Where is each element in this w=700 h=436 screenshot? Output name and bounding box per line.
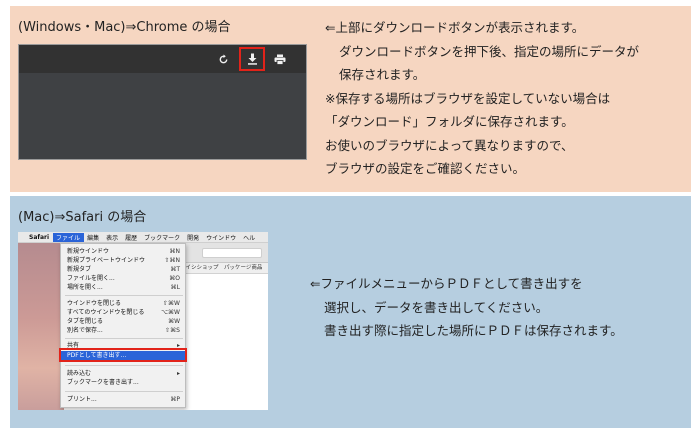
menu-item-close-all-windows[interactable]: すべてのウインドウを閉じる ⌥⌘W [61, 308, 185, 317]
menu-item-shortcut: ⌘W [168, 318, 180, 325]
menu-item-label: 新規プライベートウインドウ [67, 257, 146, 264]
menu-item-new-window[interactable]: 新規ウインドウ ⌘N [61, 247, 185, 256]
menu-item-label: ブックマークを書き出す... [67, 379, 139, 386]
print-icon[interactable] [269, 49, 291, 69]
menu-item-shortcut: ⌘N [169, 248, 181, 255]
safari-screenshot: Safari ファイル 編集 表示 履歴 ブックマーク 開発 ウインドウ ヘル … [18, 232, 268, 410]
menu-item-label: タブを閉じる [67, 318, 104, 325]
chrome-pdf-toolbar [19, 45, 306, 73]
chrome-description-line: ブラウザの設定をご確認ください。 [325, 161, 526, 176]
safari-description-line: ⇐ファイルメニューからＰＤＦとして書き出すを [310, 276, 583, 291]
menu-item-label: 新規タブ [67, 266, 92, 273]
rotate-icon[interactable] [212, 49, 234, 69]
chrome-pdf-viewer-area [19, 73, 306, 159]
menu-item-close-tab[interactable]: タブを閉じる ⌘W [61, 317, 185, 326]
menu-separator [65, 391, 183, 392]
menu-item-shortcut: ⇧⌘S [165, 327, 180, 334]
file-menu-dropdown: 新規ウインドウ ⌘N 新規プライベートウインドウ ⇧⌘N 新規タブ ⌘T ファイルを開… [60, 243, 186, 408]
menu-item-shortcut: ⌘P [170, 396, 180, 403]
pdf-export-highlight-box [59, 348, 187, 362]
menu-separator [65, 295, 183, 296]
menu-item-shortcut: ⌥⌘W [161, 309, 180, 316]
menu-item-print[interactable]: プリント... ⌘P [61, 395, 185, 404]
submenu-arrow-icon: ▸ [176, 370, 180, 377]
download-button[interactable] [239, 47, 265, 71]
menu-item-close-window[interactable]: ウインドウを閉じる ⇧⌘W [61, 299, 185, 308]
download-icon [247, 53, 258, 65]
chrome-description-line: お使いのブラウザによって異なりますので、 [325, 137, 574, 153]
menubar-item-edit[interactable]: 編集 [84, 233, 103, 242]
menu-separator [65, 365, 183, 366]
menu-item-label: すべてのウインドウを閉じる [67, 309, 145, 316]
menubar-app-name[interactable]: Safari [26, 234, 53, 241]
menubar-item-develop[interactable]: 開発 [184, 233, 203, 242]
chrome-description: ⇐上部にダウンロードボタンが表示されます。 ダウンロードボタンを押下後、指定の場… [325, 16, 685, 181]
menu-item-label: ウインドウを閉じる [67, 300, 122, 307]
menu-item-new-private-window[interactable]: 新規プライベートウインドウ ⇧⌘N [61, 256, 185, 265]
address-bar[interactable] [202, 248, 262, 258]
menu-separator [65, 338, 183, 339]
menu-item-label: 場所を開く... [67, 284, 103, 291]
chrome-description-line: ⇐上部にダウンロードボタンが表示されます。 [325, 20, 585, 35]
menu-item-label: ファイルを開く... [67, 275, 115, 282]
menu-item-new-tab[interactable]: 新規タブ ⌘T [61, 265, 185, 274]
menu-item-label: 読み込む [67, 370, 92, 377]
safari-description: ⇐ファイルメニューからＰＤＦとして書き出すを 選択し、データを書き出してください… [310, 272, 690, 343]
chrome-viewer-screenshot [18, 44, 307, 160]
menu-item-shortcut: ⌘O [169, 275, 180, 282]
safari-instructions-panel: (Mac)⇒Safari の場合 Safari ファイル 編集 表示 履歴 ブッ… [10, 196, 691, 428]
mac-menubar: Safari ファイル 編集 表示 履歴 ブックマーク 開発 ウインドウ ヘル [18, 232, 268, 243]
menubar-item-bookmarks[interactable]: ブックマーク [141, 233, 184, 242]
menu-item-label: 新規ウインドウ [67, 248, 110, 255]
menu-item-label: プリント... [67, 396, 97, 403]
menu-item-shortcut: ⌘L [170, 284, 180, 291]
menu-item-shortcut: ⌘T [170, 266, 180, 273]
chrome-description-line: ※保存する場所はブラウザを設定していない場合は [325, 90, 611, 106]
menu-item-import[interactable]: 読み込む ▸ [61, 369, 185, 378]
chrome-section-title: (Windows・Mac)⇒Chrome の場合 [18, 20, 231, 35]
menubar-item-window[interactable]: ウインドウ [203, 233, 240, 242]
menu-item-export-bookmarks[interactable]: ブックマークを書き出す... [61, 378, 185, 387]
menubar-item-view[interactable]: 表示 [103, 233, 122, 242]
menu-item-shortcut: ⇧⌘W [163, 300, 180, 307]
chrome-instructions-panel: (Windows・Mac)⇒Chrome の場合 ⇐上部にダウンロードボタンが表… [10, 6, 691, 192]
menubar-item-history[interactable]: 履歴 [122, 233, 141, 242]
safari-description-line: 書き出す際に指定した場所にＰＤＦは保存されます。 [324, 323, 623, 338]
menu-item-shortcut: ⇧⌘N [164, 257, 180, 264]
desktop-background [18, 243, 64, 410]
menu-item-label: 別名で保存... [67, 327, 103, 334]
chrome-description-line: 「ダウンロード」フォルダに保存されます。 [325, 114, 574, 129]
safari-description-line: 選択し、データを書き出してください。 [324, 299, 549, 315]
chrome-description-line: ダウンロードボタンを押下後、指定の場所にデータが [339, 43, 640, 59]
menubar-item-help[interactable]: ヘル [240, 233, 259, 242]
menu-item-open-file[interactable]: ファイルを開く... ⌘O [61, 274, 185, 283]
menu-item-save-as[interactable]: 別名で保存... ⇧⌘S [61, 326, 185, 335]
chrome-description-line: 保存されます。 [339, 67, 426, 82]
menubar-item-file[interactable]: ファイル [52, 232, 84, 242]
safari-section-title: (Mac)⇒Safari の場合 [18, 210, 147, 225]
menu-item-open-location[interactable]: 場所を開く... ⌘L [61, 283, 185, 292]
